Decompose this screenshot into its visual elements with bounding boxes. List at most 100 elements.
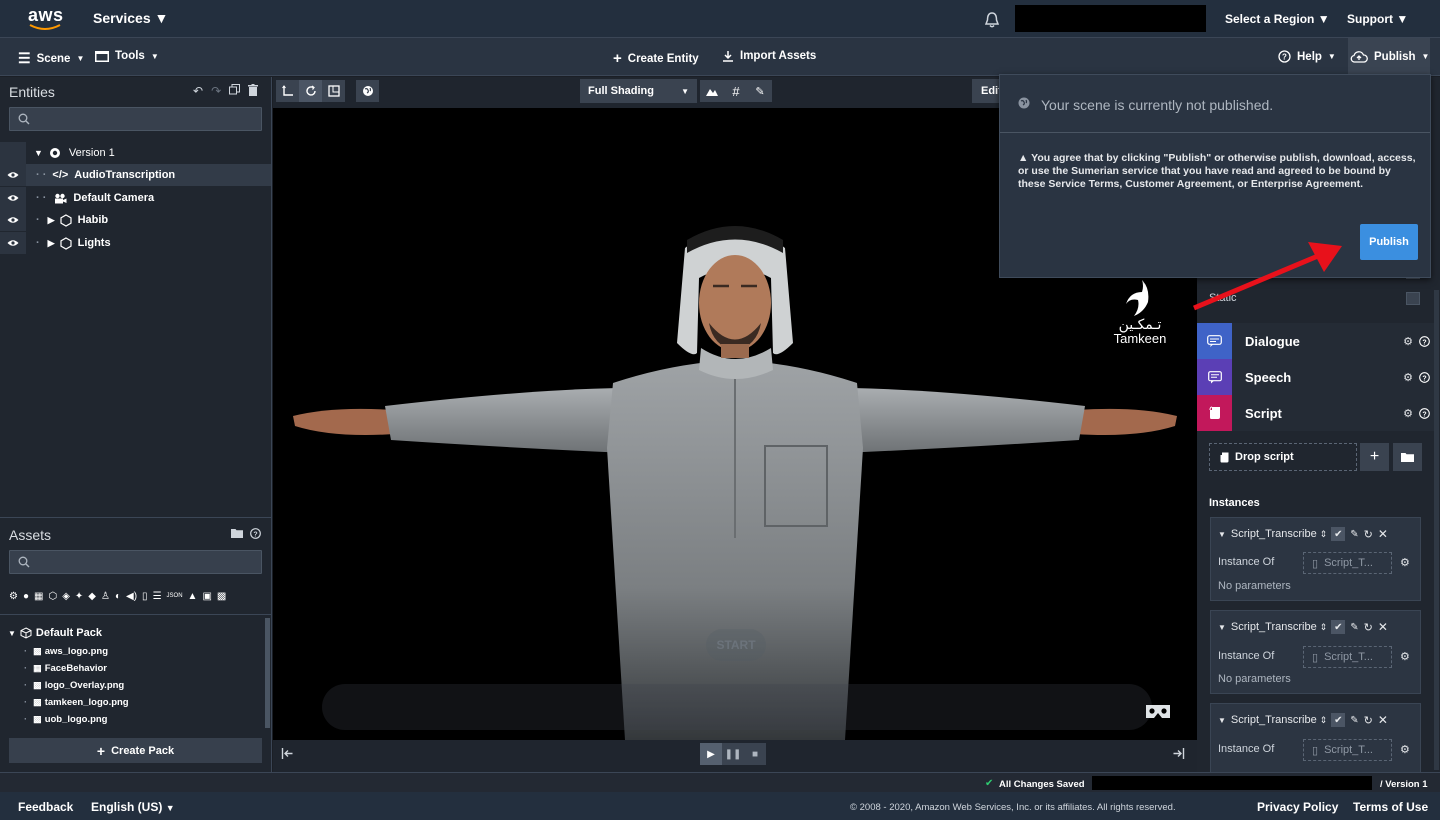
- asset-item[interactable]: · ▩ aws_logo.png: [24, 643, 264, 660]
- help-menu[interactable]: ? Help ▼: [1278, 50, 1336, 63]
- help-circle-icon[interactable]: ?: [1419, 407, 1430, 419]
- question-circle-icon[interactable]: ?: [250, 528, 261, 539]
- pause-icon[interactable]: ❚❚: [722, 743, 744, 765]
- caret-down-icon[interactable]: ▼: [1218, 716, 1226, 725]
- help-circle-icon[interactable]: ?: [1419, 335, 1430, 347]
- magic-wand-icon[interactable]: ✎: [748, 80, 772, 102]
- asset-item[interactable]: · ▩ uob_logo.png: [24, 711, 264, 728]
- refresh-icon[interactable]: ↻: [1364, 714, 1373, 727]
- component-dialogue[interactable]: Dialogue ⚙ ?: [1197, 323, 1434, 359]
- support-menu[interactable]: Support ▼: [1347, 12, 1408, 26]
- publish-menu[interactable]: Publish ▼: [1348, 38, 1430, 75]
- scene-name-box[interactable]: [1092, 776, 1372, 790]
- grid-icon[interactable]: #: [724, 80, 748, 102]
- caret-down-icon[interactable]: ▼: [1218, 530, 1226, 539]
- open-folder-button[interactable]: [1393, 443, 1422, 471]
- sort-icon[interactable]: ⇕: [1320, 529, 1328, 540]
- bell-icon[interactable]: [983, 11, 1001, 29]
- instance-of-field[interactable]: ▯ Script_T...: [1303, 739, 1392, 761]
- filter-script-icon[interactable]: ▯: [142, 591, 148, 602]
- aws-logo[interactable]: aws: [28, 6, 68, 32]
- services-menu[interactable]: Services ▼: [93, 10, 168, 26]
- entity-row-lights[interactable]: · ▶ Lights: [0, 232, 271, 254]
- component-script[interactable]: Script ⚙ ?: [1197, 395, 1434, 431]
- pencil-icon[interactable]: ✎: [1350, 715, 1358, 726]
- globe-icon[interactable]: [356, 80, 379, 102]
- static-checkbox[interactable]: [1406, 292, 1420, 305]
- vr-headset-icon[interactable]: [1145, 703, 1171, 720]
- filter-audio-icon[interactable]: ◀): [126, 591, 137, 602]
- close-icon[interactable]: ✕: [1378, 527, 1388, 541]
- filter-image-icon[interactable]: ▲: [188, 591, 198, 602]
- refresh-icon[interactable]: ↻: [1364, 621, 1373, 634]
- checkmark-icon[interactable]: ✔: [1331, 527, 1346, 541]
- region-menu[interactable]: Select a Region ▼: [1225, 12, 1330, 26]
- filter-skeleton-icon[interactable]: ✦: [75, 591, 83, 602]
- folder-icon[interactable]: [231, 528, 243, 539]
- eye-icon[interactable]: [0, 187, 26, 209]
- refresh-icon[interactable]: ↻: [1364, 528, 1373, 541]
- edit-mode-button[interactable]: Edit: [972, 79, 1002, 103]
- checkmark-icon[interactable]: ✔: [1331, 620, 1346, 634]
- scale-icon[interactable]: [322, 80, 345, 102]
- redo-icon[interactable]: ↷: [211, 84, 221, 98]
- close-icon[interactable]: ✕: [1378, 713, 1388, 727]
- filter-video-icon[interactable]: ▦: [34, 591, 43, 602]
- shading-select[interactable]: Full Shading ▼: [580, 79, 697, 103]
- entities-search-input[interactable]: [9, 107, 262, 131]
- drop-script-zone[interactable]: Drop script: [1209, 443, 1357, 471]
- import-assets-button[interactable]: Import Assets: [722, 50, 816, 62]
- asset-item[interactable]: · ▩ tamkeen_logo.png: [24, 694, 264, 711]
- inspector-scrollbar[interactable]: [1434, 290, 1439, 770]
- gear-icon[interactable]: ⚙: [1403, 371, 1413, 384]
- terms-of-use-link[interactable]: Terms of Use: [1353, 800, 1428, 814]
- gear-icon[interactable]: ⚙: [1400, 743, 1410, 756]
- collapse-left-icon[interactable]: [281, 747, 294, 760]
- caret-down-icon[interactable]: ▼: [1218, 623, 1226, 632]
- scene-menu[interactable]: ☰ Scene ▼: [18, 50, 84, 67]
- sort-icon[interactable]: ⇕: [1320, 622, 1328, 633]
- filter-mesh-icon[interactable]: ⬡: [48, 591, 57, 602]
- filter-text-icon[interactable]: ☰: [153, 591, 162, 602]
- account-box[interactable]: [1015, 5, 1206, 32]
- sort-icon[interactable]: ⇕: [1320, 715, 1328, 726]
- eye-icon[interactable]: [0, 232, 26, 254]
- entity-row-habib[interactable]: · ▶ Habib: [0, 209, 271, 231]
- instance-of-field[interactable]: ▯ Script_T...: [1303, 552, 1392, 574]
- eye-icon[interactable]: [0, 164, 26, 186]
- filter-box-icon[interactable]: ◆: [88, 591, 96, 602]
- filter-entity-icon[interactable]: ●: [23, 591, 29, 602]
- mountain-icon[interactable]: [700, 80, 724, 102]
- privacy-policy-link[interactable]: Privacy Policy: [1257, 800, 1338, 814]
- rotate-icon[interactable]: [299, 80, 322, 102]
- gear-icon[interactable]: ⚙: [1403, 407, 1413, 420]
- caret-down-icon[interactable]: ▼: [34, 148, 43, 158]
- play-icon[interactable]: ▶: [700, 743, 722, 765]
- caret-down-icon[interactable]: ▼: [8, 629, 16, 638]
- filter-all-icon[interactable]: ⚙: [9, 591, 18, 602]
- caret-right-icon[interactable]: ▶: [48, 238, 55, 249]
- entity-row-audiotranscription[interactable]: · · </> AudioTranscription: [0, 164, 271, 186]
- publish-button[interactable]: Publish: [1360, 224, 1418, 260]
- filter-material-icon[interactable]: ◈: [62, 591, 70, 602]
- create-pack-button[interactable]: + Create Pack: [9, 738, 262, 763]
- filter-env-icon[interactable]: ◐: [115, 591, 121, 602]
- entity-row-default-camera[interactable]: · · Default Camera: [0, 187, 271, 209]
- pencil-icon[interactable]: ✎: [1350, 529, 1358, 540]
- feedback-link[interactable]: Feedback: [18, 800, 73, 814]
- entity-root-row[interactable]: ▼ Version 1: [0, 142, 271, 164]
- language-select[interactable]: English (US) ▼: [91, 800, 175, 814]
- tools-menu[interactable]: Tools ▼: [95, 50, 159, 62]
- undo-icon[interactable]: ↶: [193, 84, 203, 98]
- duplicate-icon[interactable]: [229, 84, 241, 98]
- gear-icon[interactable]: ⚙: [1403, 335, 1413, 348]
- assets-search-input[interactable]: [9, 550, 262, 574]
- pencil-icon[interactable]: ✎: [1350, 622, 1358, 633]
- eye-icon[interactable]: [0, 209, 26, 231]
- component-speech[interactable]: Speech ⚙ ?: [1197, 359, 1434, 395]
- filter-texture-icon[interactable]: ▣: [202, 591, 211, 602]
- filter-pattern-icon[interactable]: ▩: [217, 591, 226, 602]
- caret-right-icon[interactable]: ▶: [48, 215, 55, 226]
- collapse-right-icon[interactable]: [1172, 747, 1185, 760]
- asset-item[interactable]: · ▩ logo_Overlay.png: [24, 677, 264, 694]
